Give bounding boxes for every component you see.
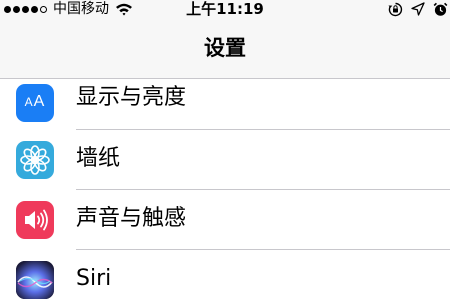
row-label-wallpaper: 墙纸 <box>76 146 121 171</box>
page-title: 设置 <box>204 36 246 60</box>
orientation-lock-icon <box>388 2 403 16</box>
alarm-clock-icon <box>433 2 448 16</box>
row-label-display-brightness: 显示与亮度 <box>76 85 187 110</box>
siri-icon <box>16 261 54 299</box>
location-arrow-icon <box>411 2 425 16</box>
settings-row-sounds-haptics[interactable]: 声音与触感 <box>0 190 450 250</box>
row-label-sounds-haptics: 声音与触感 <box>76 206 187 231</box>
wallpaper-flower-icon <box>16 141 54 179</box>
settings-row-display-brightness[interactable]: AA 显示与亮度 <box>0 70 450 130</box>
navigation-bar: 设置 <box>0 20 450 79</box>
status-bar: 中国移动 上午11:19 <box>0 0 450 20</box>
settings-list: AA 显示与亮度 墙纸 声音与触感 Siri <box>0 70 450 300</box>
row-label-siri: Siri <box>76 266 112 291</box>
speaker-icon <box>16 201 54 239</box>
settings-row-siri[interactable]: Siri <box>0 250 450 300</box>
settings-row-wallpaper[interactable]: 墙纸 <box>0 130 450 190</box>
display-brightness-icon: AA <box>16 84 54 122</box>
settings-screen: AA 显示与亮度 墙纸 声音与触感 Siri 中国移动 上午11:19 设置 <box>0 0 450 300</box>
